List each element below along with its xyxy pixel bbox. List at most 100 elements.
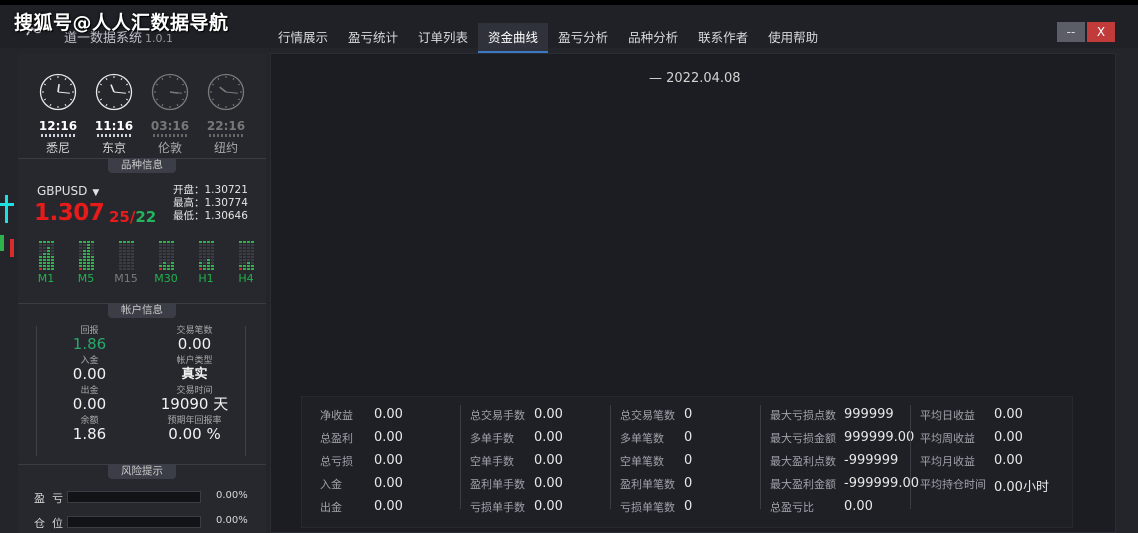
stat-label: 平均日收益 [920,408,975,422]
timeframe-label: M5 [77,272,95,285]
risk-value: 0.00% [216,490,248,501]
meter-segment [206,247,210,249]
meter-segment [246,247,250,249]
meter-column [90,241,94,270]
meter-segment [42,256,46,258]
stat-label: 净收益 [320,408,353,422]
meter-segment [242,244,246,246]
risk-row: 仓位 0.00% [34,515,264,530]
meter-segment [250,259,254,261]
price-main: 1.307 [34,200,105,226]
meter-segment [202,256,206,258]
timeframe-m15[interactable]: M15 [112,237,140,291]
clock-city: 纽约 [213,141,238,155]
meter-column [126,241,130,270]
tab-4[interactable]: 资金曲线 [478,23,549,53]
stat-value: 0.00 [534,430,563,445]
meter-segment [82,268,86,270]
meter-segment [210,268,214,270]
meter-segment [242,268,246,270]
meter-column [170,241,174,270]
timeframe-m30[interactable]: M30 [152,237,180,291]
stat-label: 多单笔数 [620,431,664,445]
stats-divider [610,405,611,509]
meter-segment [238,265,242,267]
meter-segment [38,256,42,258]
clock-icon [95,73,133,111]
meter-segment [130,259,134,261]
timeframe-m1[interactable]: M1 [32,237,60,291]
meter-segment [158,259,162,261]
meter-segment [166,253,170,255]
sidebar: 12:16 悉尼 11:16 东京 03:16 伦敦 22:16 纽约 品种信息 GBP… [18,53,266,533]
meter-segment [170,241,174,243]
tab-1[interactable]: 行情展示 [268,23,338,53]
stat-label: 最大亏损点数 [770,408,836,422]
meter-segment [90,268,94,270]
equity-chart-area[interactable] [291,94,1097,384]
meter-segment [130,268,134,270]
stat-value: 0.00 [534,499,563,514]
chart-edge-fragment [0,195,14,257]
minimize-button[interactable]: -- [1057,22,1085,42]
account-value: 1.86 [72,335,107,353]
tab-2[interactable]: 盈亏统计 [338,23,408,53]
meter-segment [130,253,134,255]
meter-segment [130,265,134,267]
meter-segment [210,253,214,255]
stat-value: 999999.00 [844,430,915,445]
meter-segment [198,250,202,252]
meter-segment [162,256,166,258]
ohl-values: 开盘：1.30721 最高：1.30774 最低：1.30646 [173,184,248,223]
chevron-down-icon: ▼ [92,188,100,198]
meter-segment [198,265,202,267]
meter-segment [126,259,130,261]
meter-column [38,241,42,270]
meter-segment [118,268,122,270]
meter-segment [122,247,126,249]
price-digits-a: 25 [109,208,130,226]
account-value: 19090 天 [160,395,229,413]
meter-segment [170,268,174,270]
meter-segment [46,244,50,246]
tab-8[interactable]: 使用帮助 [758,23,828,53]
stat-value: 0.00小时 [994,480,1049,495]
account-item: 入金 0.00 [37,356,142,386]
clock-time: 03:16 [150,119,190,133]
tab-7[interactable]: 联系作者 [688,23,758,53]
meter-segment [210,265,214,267]
clock-icon [207,73,245,111]
meter-segment [210,259,214,261]
meter-segment [86,247,90,249]
tab-3[interactable]: 订单列表 [408,23,478,53]
meter-segment [170,265,174,267]
stat-value: 0 [684,476,693,491]
meter-segment [122,259,126,261]
account-item: 回报 1.86 [37,326,142,356]
stat-label: 最大盈利点数 [770,454,836,468]
tab-6[interactable]: 品种分析 [618,23,688,53]
meter-segment [126,244,130,246]
clock-dots [97,134,131,137]
timeframe-h1[interactable]: H1 [192,237,220,291]
timeframe-m5[interactable]: M5 [72,237,100,291]
stat-label: 出金 [320,500,342,514]
meter-segment [162,244,166,246]
meter-segment [38,268,42,270]
close-button[interactable]: X [1087,22,1115,42]
window-controls: -- X [1057,22,1115,42]
tab-5[interactable]: 盈亏分析 [548,23,618,53]
risk-row: 盈亏 0.00% [34,490,264,505]
meter-segment [50,259,54,261]
clock-dots [153,134,187,137]
meter-segment [90,253,94,255]
meter-column [210,241,214,270]
timeframe-h4[interactable]: H4 [232,237,260,291]
meter-segment [50,268,54,270]
meter-segment [250,250,254,252]
meter-segment [86,256,90,258]
stat-label: 总盈利 [320,431,353,445]
meter-segment [206,262,210,264]
symbol-selector[interactable]: GBPUSD ▼ [37,184,99,198]
meter-segment [242,247,246,249]
